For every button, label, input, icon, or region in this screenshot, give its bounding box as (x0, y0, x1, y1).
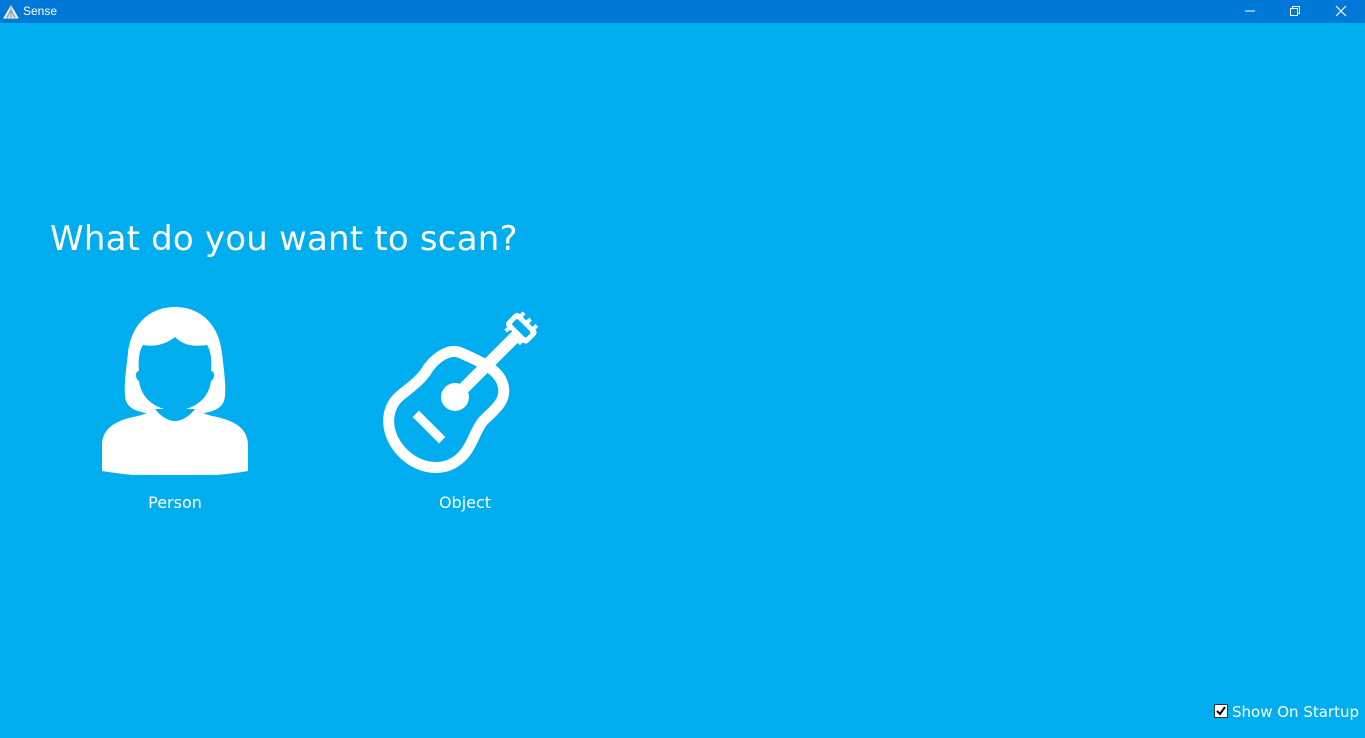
checkmark-icon (1216, 706, 1226, 716)
object-label: Object (438, 493, 492, 512)
close-icon (1335, 5, 1347, 17)
scan-object-option[interactable]: Object (375, 305, 555, 525)
person-label: Person (148, 493, 202, 512)
show-on-startup-label: Show On Startup (1232, 703, 1359, 721)
main-content: What do you want to scan? Person Object … (0, 23, 1365, 738)
restore-button[interactable] (1272, 0, 1318, 23)
minimize-button[interactable] (1227, 0, 1273, 23)
window-title: Sense (23, 4, 58, 18)
show-on-startup-checkbox[interactable] (1214, 704, 1228, 718)
title-bar: Sense (0, 0, 1365, 23)
person-icon (102, 307, 248, 475)
page-title: What do you want to scan? (50, 219, 518, 259)
app-logo-icon (3, 4, 19, 19)
guitar-icon (383, 311, 539, 473)
scan-person-option[interactable]: Person (85, 305, 265, 525)
close-button[interactable] (1318, 0, 1364, 23)
minimize-icon (1245, 10, 1255, 12)
restore-icon (1290, 6, 1300, 16)
